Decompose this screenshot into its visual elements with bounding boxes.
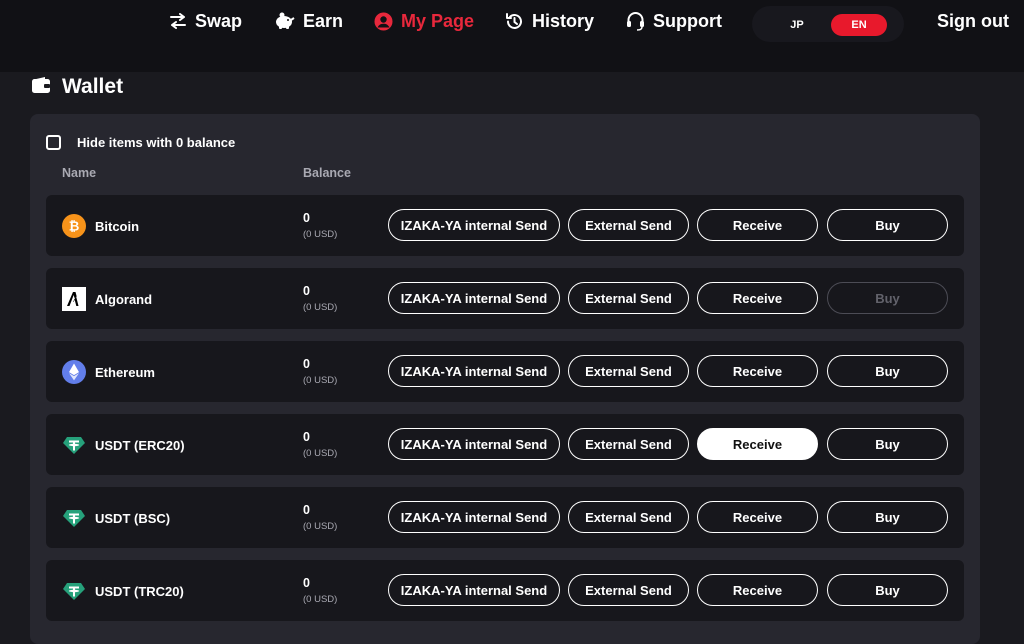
nav-swap-label: Swap [195, 10, 243, 31]
coin-name: USDT (BSC) [95, 510, 171, 526]
receive-button[interactable]: Receive [697, 501, 818, 533]
nav-my-page-label: My Page [401, 10, 475, 31]
piggy-bank-icon [273, 12, 295, 30]
swap-icon [169, 13, 187, 29]
internal-send-button[interactable]: IZAKA-YA internal Send [388, 282, 560, 314]
headset-icon [626, 11, 645, 31]
internal-send-button[interactable]: IZAKA-YA internal Send [388, 355, 560, 387]
page-title-text: Wallet [62, 75, 124, 98]
lang-en-button[interactable]: EN [831, 14, 887, 36]
wallet-row-usdt-erc20: USDT (ERC20) 0 (0 USD) IZAKA-YA internal… [46, 414, 964, 475]
bitcoin-icon: ₿ [62, 214, 86, 238]
tether-icon [62, 506, 86, 530]
external-send-button[interactable]: External Send [568, 282, 689, 314]
coin-name: Bitcoin [95, 218, 140, 234]
internal-send-button[interactable]: IZAKA-YA internal Send [388, 574, 560, 606]
external-send-button[interactable]: External Send [568, 574, 689, 606]
external-send-button[interactable]: External Send [568, 428, 689, 460]
wallet-row-algorand: Algorand 0 (0 USD) IZAKA-YA internal Sen… [46, 268, 964, 329]
nav-earn[interactable]: Earn [273, 8, 343, 34]
svg-text:₿: ₿ [69, 220, 80, 235]
receive-button[interactable]: Receive [697, 355, 818, 387]
coin-cell: USDT (ERC20) [62, 433, 185, 457]
column-header-balance: Balance [303, 166, 351, 180]
balance-cell: 0 (0 USD) [303, 575, 337, 607]
external-send-button[interactable]: External Send [568, 355, 689, 387]
balance-cell: 0 (0 USD) [303, 502, 337, 534]
user-circle-icon [374, 12, 393, 31]
external-send-button[interactable]: External Send [568, 501, 689, 533]
balance-cell: 0 (0 USD) [303, 210, 337, 242]
balance-usd: (0 USD) [303, 448, 338, 459]
tether-icon [62, 579, 86, 603]
page-title: Wallet [32, 74, 123, 100]
coin-cell: USDT (TRC20) [62, 579, 184, 603]
balance-usd: (0 USD) [303, 302, 338, 313]
balance-usd: (0 USD) [303, 375, 338, 386]
wallet-icon [32, 75, 50, 99]
balance-cell: 0 (0 USD) [303, 429, 337, 461]
coin-cell: USDT (BSC) [62, 506, 170, 530]
nav-support[interactable]: Support [626, 8, 722, 34]
language-switch: JP EN [752, 6, 904, 42]
buy-button[interactable]: Buy [827, 574, 948, 606]
coin-name: Ethereum [95, 364, 155, 380]
receive-button[interactable]: Receive [697, 428, 818, 460]
buy-button[interactable]: Buy [827, 501, 948, 533]
balance-value: 0 [303, 211, 310, 225]
receive-button[interactable]: Receive [697, 574, 818, 606]
wallet-row-bitcoin: ₿ Bitcoin 0 (0 USD) IZAKA-YA internal Se… [46, 195, 964, 256]
lang-jp-button[interactable]: JP [769, 14, 825, 36]
balance-value: 0 [303, 357, 310, 371]
balance-value: 0 [303, 576, 310, 590]
wallet-row-usdt-trc20: USDT (TRC20) 0 (0 USD) IZAKA-YA internal… [46, 560, 964, 621]
coin-name: USDT (TRC20) [95, 583, 184, 599]
nav-support-label: Support [653, 10, 722, 31]
balance-value: 0 [303, 430, 310, 444]
wallet-row-usdt-bsc: USDT (BSC) 0 (0 USD) IZAKA-YA internal S… [46, 487, 964, 548]
internal-send-button[interactable]: IZAKA-YA internal Send [388, 428, 560, 460]
nav-earn-label: Earn [303, 10, 344, 31]
ethereum-icon [62, 360, 86, 384]
balance-usd: (0 USD) [303, 229, 338, 240]
hide-zero-balance-checkbox[interactable] [46, 134, 61, 150]
tether-icon [62, 433, 86, 457]
coin-name: USDT (ERC20) [95, 437, 185, 453]
nav-history[interactable]: History [505, 8, 594, 34]
sign-out-link[interactable]: Sign out [937, 8, 1009, 34]
balance-usd: (0 USD) [303, 521, 338, 532]
wallet-row-ethereum: Ethereum 0 (0 USD) IZAKA-YA internal Sen… [46, 341, 964, 402]
receive-button[interactable]: Receive [697, 282, 818, 314]
column-header-name: Name [62, 166, 97, 180]
buy-button[interactable]: Buy [827, 355, 948, 387]
internal-send-button[interactable]: IZAKA-YA internal Send [388, 501, 560, 533]
balance-value: 0 [303, 503, 310, 517]
hide-zero-balance-label: Hide items with 0 balance [77, 134, 236, 150]
external-send-button[interactable]: External Send [568, 209, 689, 241]
coin-name: Algorand [95, 291, 153, 307]
algorand-icon [62, 287, 86, 311]
nav-swap[interactable]: Swap [169, 8, 242, 34]
balance-cell: 0 (0 USD) [303, 283, 337, 315]
nav-my-page[interactable]: My Page [374, 8, 474, 34]
hide-zero-balance-option: Hide items with 0 balance [46, 131, 235, 153]
buy-button[interactable]: Buy [827, 282, 948, 314]
receive-button[interactable]: Receive [697, 209, 818, 241]
history-icon [505, 12, 524, 31]
balance-usd: (0 USD) [303, 594, 338, 605]
balance-value: 0 [303, 284, 310, 298]
coin-cell: Ethereum [62, 360, 155, 384]
coin-cell: ₿ Bitcoin [62, 214, 139, 238]
balance-cell: 0 (0 USD) [303, 356, 337, 388]
buy-button[interactable]: Buy [827, 209, 948, 241]
internal-send-button[interactable]: IZAKA-YA internal Send [388, 209, 560, 241]
nav-history-label: History [532, 10, 595, 31]
buy-button[interactable]: Buy [827, 428, 948, 460]
coin-cell: Algorand [62, 287, 152, 311]
